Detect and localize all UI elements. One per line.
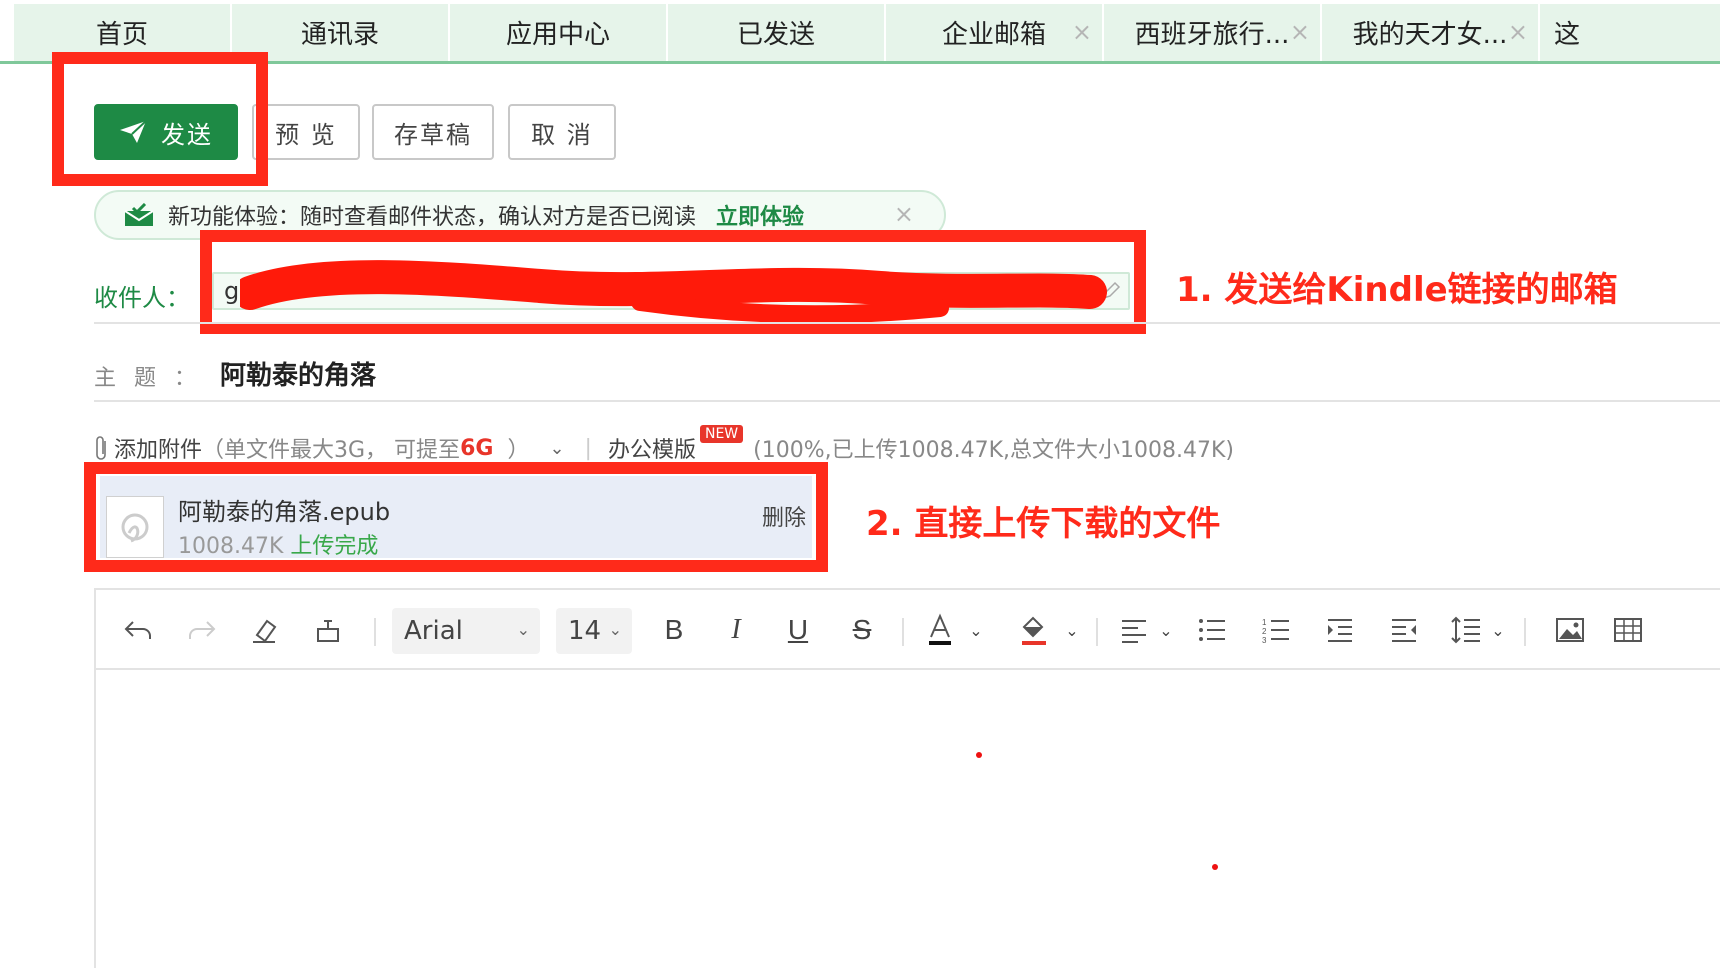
close-icon[interactable]: × xyxy=(1290,18,1310,46)
save-draft-button[interactable]: 存草稿 xyxy=(372,104,494,160)
align-left-icon[interactable] xyxy=(1116,612,1152,648)
chevron-down-icon[interactable]: ⌄ xyxy=(1488,612,1508,648)
highlight-recipient-box xyxy=(200,230,1146,334)
svg-text:1: 1 xyxy=(1262,618,1267,627)
new-badge: NEW xyxy=(699,425,744,443)
format-painter-icon[interactable] xyxy=(310,612,346,648)
annotation-step-1: 1. 发送给Kindle链接的邮箱 xyxy=(1176,270,1618,310)
toolbar-separator xyxy=(374,618,376,646)
undo-icon[interactable] xyxy=(120,612,156,648)
redo-icon[interactable] xyxy=(184,612,220,648)
add-attachment-link[interactable]: 添加附件 xyxy=(114,432,202,464)
indent-icon[interactable] xyxy=(1322,612,1358,648)
line-height-icon[interactable] xyxy=(1448,612,1484,648)
subject-label: 主题： xyxy=(94,366,215,391)
svg-text:2: 2 xyxy=(1262,627,1267,636)
close-icon[interactable]: × xyxy=(894,200,914,228)
subject-input[interactable]: 阿勒泰的角落 xyxy=(220,355,376,392)
highlight-send-box xyxy=(52,52,268,186)
chevron-down-icon[interactable]: ⌄ xyxy=(1156,612,1176,648)
highlight-color-icon[interactable] xyxy=(1014,612,1054,648)
font-size-value: 14 xyxy=(568,616,602,646)
tab-sent[interactable]: 已发送 xyxy=(668,4,884,61)
tab-label: 西班牙旅行... xyxy=(1134,20,1290,50)
numbered-list-icon[interactable]: 123 xyxy=(1258,612,1294,648)
tab-enterprise-mail[interactable]: 企业邮箱 × xyxy=(886,4,1102,61)
tab-label: 企业邮箱 xyxy=(941,20,1046,50)
separator: | xyxy=(584,435,592,461)
toolbar-separator xyxy=(1524,618,1526,646)
chevron-down-icon[interactable]: ⌄ xyxy=(1062,612,1082,648)
tab-label: 我的天才女... xyxy=(1352,20,1508,50)
strikethrough-icon[interactable]: S xyxy=(844,612,880,648)
red-dot xyxy=(976,752,982,758)
paperclip-icon xyxy=(96,436,106,460)
highlight-attachment-box xyxy=(84,462,828,572)
font-color-icon[interactable] xyxy=(922,612,958,648)
tab-spain-trip[interactable]: 西班牙旅行... × xyxy=(1104,4,1320,61)
toolbar-separator xyxy=(1096,618,1098,646)
banner-text: 新功能体验：随时查看邮件状态，确认对方是否已阅读 xyxy=(168,205,697,230)
tab-label: 应用中心 xyxy=(505,20,610,50)
tab-app-center[interactable]: 应用中心 xyxy=(450,4,666,61)
red-dot xyxy=(1212,864,1218,870)
rich-text-editor: Arial ⌄ 14 ⌄ B I U S ⌄ ⌄ ⌄ 123 ⌄ xyxy=(94,588,1720,968)
divider xyxy=(94,400,1720,402)
tab-label: 首页 xyxy=(95,20,148,50)
upload-progress-text: (100%,已上传1008.47K,总文件大小1008.47K) xyxy=(753,438,1235,463)
chevron-down-icon[interactable]: ⌄ xyxy=(966,612,986,648)
underline-icon[interactable]: U xyxy=(780,612,816,648)
chevron-down-icon[interactable]: ⌄ xyxy=(549,438,564,459)
office-template-link[interactable]: 办公模版 xyxy=(608,432,696,464)
italic-icon[interactable]: I xyxy=(718,612,754,648)
outdent-icon[interactable] xyxy=(1386,612,1422,648)
divider xyxy=(94,322,1720,324)
try-now-link[interactable]: 立即体验 xyxy=(716,199,804,231)
mail-check-icon xyxy=(124,203,154,226)
chevron-down-icon: ⌄ xyxy=(608,620,622,639)
tab-overflow[interactable]: 这 xyxy=(1540,4,1720,61)
bold-icon[interactable]: B xyxy=(656,612,692,648)
close-icon[interactable]: × xyxy=(1508,18,1528,46)
chevron-down-icon: ⌄ xyxy=(516,620,530,639)
tab-label: 这 xyxy=(1554,20,1581,50)
svg-text:3: 3 xyxy=(1262,636,1267,643)
preview-button[interactable]: 预 览 xyxy=(252,104,360,160)
insert-table-icon[interactable] xyxy=(1610,612,1646,648)
editor-toolbar: Arial ⌄ 14 ⌄ B I U S ⌄ ⌄ ⌄ 123 ⌄ xyxy=(96,590,1720,670)
bullet-list-icon[interactable] xyxy=(1194,612,1230,648)
tab-genius-friend[interactable]: 我的天才女... × xyxy=(1322,4,1538,61)
close-icon[interactable]: × xyxy=(1072,18,1092,46)
eraser-icon[interactable] xyxy=(246,612,282,648)
insert-image-icon[interactable] xyxy=(1552,612,1588,648)
font-family-value: Arial xyxy=(404,616,463,646)
cancel-button[interactable]: 取 消 xyxy=(508,104,616,160)
font-size-select[interactable]: 14 ⌄ xyxy=(556,608,632,654)
attachment-limit-text: （单文件最大3G， 可提至 xyxy=(202,438,461,463)
attachment-bar: 添加附件 （单文件最大3G， 可提至 6G ） ⌄ | 办公模版 NEW (10… xyxy=(94,425,1235,464)
annotation-step-2: 2. 直接上传下载的文件 xyxy=(866,504,1221,544)
recipient-label: 收件人： xyxy=(94,284,190,312)
attachment-limit-close: ） xyxy=(507,438,530,463)
tab-label: 通讯录 xyxy=(300,20,379,50)
toolbar-separator xyxy=(902,618,904,646)
tab-label: 已发送 xyxy=(736,20,815,50)
attachment-limit-highlight[interactable]: 6G xyxy=(460,436,493,461)
font-family-select[interactable]: Arial ⌄ xyxy=(392,608,540,654)
